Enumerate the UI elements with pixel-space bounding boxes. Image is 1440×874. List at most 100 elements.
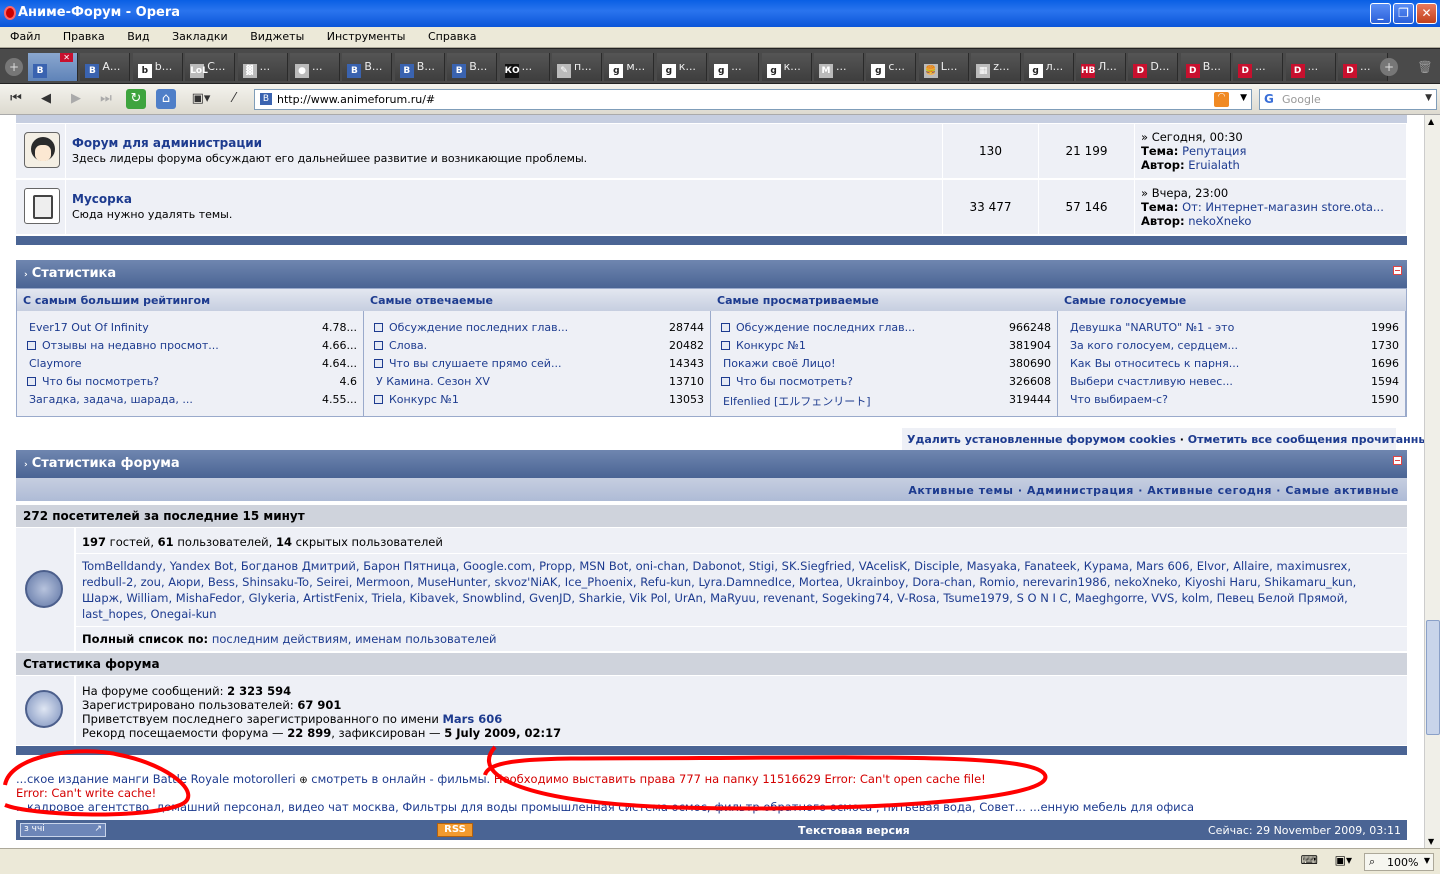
tab-24[interactable]: D... bbox=[1285, 53, 1336, 81]
rss-feed-icon[interactable]: ◠ bbox=[1214, 92, 1229, 107]
tab-label: ... bbox=[731, 60, 742, 73]
search-dropdown-icon[interactable]: ▼ bbox=[1425, 93, 1432, 103]
closed-tabs-icon[interactable]: + bbox=[5, 58, 23, 76]
tab-22[interactable]: D В... bbox=[1180, 53, 1231, 81]
menu-file[interactable]: Файл bbox=[0, 27, 49, 43]
tab-favicon-icon: b bbox=[137, 64, 152, 78]
tab-favicon-icon: g bbox=[609, 64, 624, 78]
panel-icon[interactable]: ⌨ bbox=[1301, 853, 1318, 867]
tab-label: п... bbox=[574, 60, 592, 73]
tab-17[interactable]: 🍔 L... bbox=[918, 53, 969, 81]
fast-forward-icon[interactable]: ⏭ bbox=[96, 89, 116, 109]
tab-label: л... bbox=[1045, 60, 1064, 73]
url-input[interactable]: В http://www.animeforum.ru/# ◠ ▼ bbox=[254, 89, 1252, 110]
tab-favicon-icon: g bbox=[661, 64, 676, 78]
maximize-button[interactable]: ❐ bbox=[1393, 3, 1414, 24]
minimize-button[interactable]: _ bbox=[1370, 3, 1391, 24]
tab-favicon-icon: В bbox=[33, 64, 47, 78]
tab-favicon-icon: D bbox=[1133, 64, 1148, 78]
google-icon: G bbox=[1264, 92, 1274, 106]
window-title-bar: Аниме-Форум - Opera _ ❐ ✕ bbox=[0, 0, 1440, 27]
page-viewport: Форум для администрации Здесь лидеры фор… bbox=[0, 115, 1424, 848]
tab-bar: + В ✕ В А... b b... LoLС... ▓... ●... В В... В В... В… bbox=[0, 48, 1440, 84]
tab-2[interactable]: b b... bbox=[132, 53, 183, 81]
menu-view[interactable]: Вид bbox=[117, 27, 158, 43]
image-toggle-icon[interactable]: ▣▾ bbox=[1335, 853, 1352, 867]
trash-icon[interactable]: 🗑 bbox=[1416, 58, 1434, 76]
menu-bookmarks[interactable]: Закладки bbox=[162, 27, 237, 43]
url-dropdown-icon[interactable]: ▼ bbox=[1240, 93, 1247, 103]
search-placeholder: Google bbox=[1282, 93, 1321, 106]
rewind-icon[interactable]: ⏮ bbox=[6, 89, 26, 109]
tab-1[interactable]: В А... bbox=[80, 53, 131, 81]
scroll-up-icon[interactable]: ▲ bbox=[1428, 117, 1434, 126]
tab-0[interactable]: В ✕ bbox=[28, 53, 78, 81]
tab-11[interactable]: g м... bbox=[604, 53, 655, 81]
menu-edit[interactable]: Правка bbox=[53, 27, 114, 43]
tab-6[interactable]: В В... bbox=[342, 53, 393, 81]
tab-label: В... bbox=[1202, 60, 1221, 73]
tab-12[interactable]: g к... bbox=[656, 53, 707, 81]
tab-label: А... bbox=[102, 60, 121, 73]
zoom-dropdown-icon: ▼ bbox=[1423, 856, 1430, 865]
tab-favicon-icon: M bbox=[819, 64, 833, 78]
tab-label: D... bbox=[1150, 60, 1170, 73]
tab-favicon-icon: КО bbox=[504, 64, 520, 78]
tab-18[interactable]: ▦ z... bbox=[971, 53, 1022, 81]
tab-label: С... bbox=[207, 60, 226, 73]
close-button[interactable]: ✕ bbox=[1416, 3, 1437, 24]
tab-23[interactable]: D... bbox=[1233, 53, 1284, 81]
tab-label: ... bbox=[259, 60, 271, 73]
forward-icon[interactable]: ▶ bbox=[66, 89, 86, 109]
zoom-control[interactable]: ⌕ 100% ▼ bbox=[1364, 853, 1434, 871]
tab-label: В... bbox=[364, 60, 383, 73]
tab-label: Л... bbox=[1098, 60, 1117, 73]
tab-20[interactable]: HB Л... bbox=[1076, 53, 1126, 81]
tab-14[interactable]: g к... bbox=[761, 53, 812, 81]
url-text: http://www.animeforum.ru/# bbox=[277, 93, 436, 106]
tab-label: м... bbox=[626, 60, 646, 73]
annotation-marks bbox=[3, 745, 1048, 817]
tab-21[interactable]: D D... bbox=[1128, 53, 1179, 81]
new-tab-icon[interactable]: + bbox=[1380, 58, 1398, 76]
tab-label: ... bbox=[1360, 60, 1371, 73]
home-icon[interactable]: ⌂ bbox=[156, 89, 176, 109]
tab-label: z... bbox=[993, 60, 1010, 73]
tab-favicon-icon: ● bbox=[295, 64, 309, 78]
tab-favicon-icon: D bbox=[1290, 64, 1305, 78]
tab-13[interactable]: g... bbox=[709, 53, 760, 81]
tab-16[interactable]: g с... bbox=[866, 53, 917, 81]
scroll-down-icon[interactable]: ▼ bbox=[1428, 837, 1434, 846]
tab-10[interactable]: ✎ п... bbox=[552, 53, 602, 81]
tab-3[interactable]: LoLС... bbox=[185, 53, 236, 81]
tab-favicon-icon: D bbox=[1238, 64, 1253, 78]
menu-tools[interactable]: Инструменты bbox=[317, 27, 415, 43]
tab-favicon-icon: В bbox=[347, 64, 362, 78]
search-input[interactable]: G Google ▼ bbox=[1259, 89, 1437, 110]
camera-icon[interactable]: ▣▾ bbox=[186, 89, 216, 109]
tab-label: к... bbox=[678, 60, 696, 73]
tab-5[interactable]: ●... bbox=[290, 53, 340, 81]
back-icon[interactable]: ◀ bbox=[36, 89, 56, 109]
vertical-scrollbar[interactable]: ▲ ▼ bbox=[1424, 115, 1440, 848]
annotation-circle-left bbox=[3, 749, 191, 817]
tab-15[interactable]: M... bbox=[814, 53, 864, 81]
tab-favicon-icon: В bbox=[452, 64, 467, 78]
menu-widgets[interactable]: Виджеты bbox=[240, 27, 313, 43]
tab-favicon-icon: LoL bbox=[190, 64, 208, 78]
tab-favicon-icon: g bbox=[1028, 64, 1043, 78]
reload-icon[interactable]: ↻ bbox=[126, 89, 146, 109]
scrollbar-thumb[interactable] bbox=[1426, 620, 1440, 735]
tab-9[interactable]: КО... bbox=[499, 53, 550, 81]
menu-help[interactable]: Справка bbox=[418, 27, 485, 43]
tab-favicon-icon: ✎ bbox=[557, 64, 571, 78]
menu-bar: Файл Правка Вид Закладки Виджеты Инструм… bbox=[0, 27, 1440, 48]
tab-close-icon[interactable]: ✕ bbox=[60, 53, 73, 62]
wand-icon[interactable]: ⁄ bbox=[224, 89, 244, 109]
tab-7[interactable]: В В... bbox=[394, 53, 445, 81]
tab-favicon-icon: 🍔 bbox=[923, 64, 938, 78]
tab-label: ... bbox=[1307, 60, 1319, 73]
tab-4[interactable]: ▓... bbox=[237, 53, 288, 81]
tab-19[interactable]: g л... bbox=[1023, 53, 1074, 81]
tab-8[interactable]: В В... bbox=[447, 53, 498, 81]
